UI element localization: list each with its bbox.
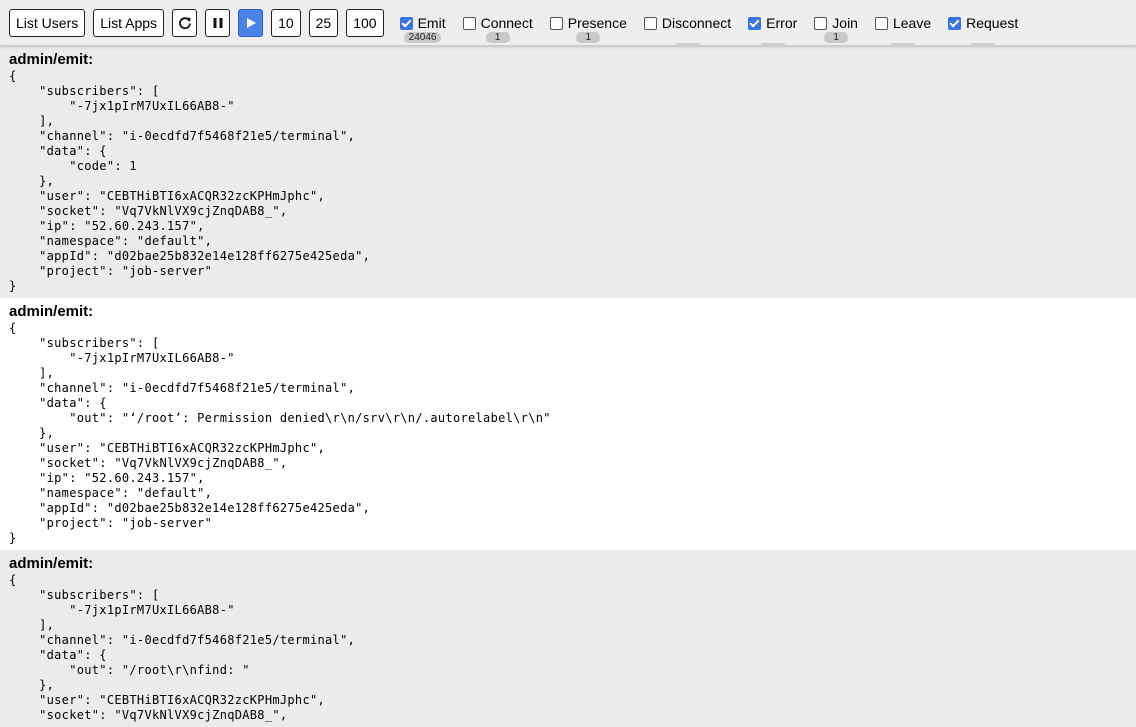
refresh-icon xyxy=(178,17,191,30)
disconnect-checkbox[interactable] xyxy=(643,16,657,30)
filter-emit: Emit 24046 xyxy=(399,9,446,43)
filter-label: Emit xyxy=(417,15,446,31)
emit-checkbox[interactable] xyxy=(399,16,413,30)
filter-error: Error xyxy=(748,9,798,45)
entry-title: admin/emit: xyxy=(9,303,94,320)
log-entry: admin/emit: { "subscribers": [ "-7jx1pIr… xyxy=(0,46,1136,298)
filter-request: Request xyxy=(948,9,1019,45)
entry-payload: { "subscribers": [ "-7jx1pIrM7UxIL66AB8-… xyxy=(9,321,551,545)
filter-connect: Connect 1 xyxy=(462,9,533,43)
entry-payload: { "subscribers": [ "-7jx1pIrM7UxIL66AB8-… xyxy=(9,69,371,293)
filter-label: Leave xyxy=(892,15,932,31)
limit-10-button[interactable]: 10 xyxy=(271,9,301,37)
limit-100-button[interactable]: 100 xyxy=(346,9,384,37)
entry-title: admin/emit: xyxy=(9,51,94,68)
filter-label: Disconnect xyxy=(661,15,732,31)
list-users-button[interactable]: List Users xyxy=(9,9,86,37)
log-entry: admin/emit: { "subscribers": [ "-7jx1pIr… xyxy=(0,298,1136,550)
filter-label: Error xyxy=(766,15,798,31)
event-log: admin/emit: { "subscribers": [ "-7jx1pIr… xyxy=(0,46,1136,727)
play-button[interactable] xyxy=(238,9,264,37)
limit-25-button[interactable]: 25 xyxy=(308,9,339,37)
presence-checkbox[interactable] xyxy=(549,16,563,30)
count-badge: 1 xyxy=(824,32,849,43)
list-apps-button[interactable]: List Apps xyxy=(93,9,165,37)
pause-button[interactable] xyxy=(205,9,231,37)
count-badge: 1 xyxy=(576,32,601,43)
toolbar: List Users List Apps 10 25 100 Emit 2404… xyxy=(0,0,1136,46)
count-badge xyxy=(971,43,996,45)
request-checkbox[interactable] xyxy=(948,16,962,30)
log-entry: admin/emit: { "subscribers": [ "-7jx1pIr… xyxy=(0,550,1136,727)
filter-leave: Leave xyxy=(874,9,932,45)
count-badge xyxy=(891,43,916,45)
error-checkbox[interactable] xyxy=(748,16,762,30)
entry-title: admin/emit: xyxy=(9,555,94,572)
leave-checkbox[interactable] xyxy=(874,16,888,30)
count-badge: 1 xyxy=(485,32,510,43)
filter-join: Join 1 xyxy=(814,9,858,43)
count-badge: 24046 xyxy=(403,32,442,43)
pause-icon xyxy=(213,18,223,28)
event-filters: Emit 24046 Connect 1 Presence 1 Disconne… xyxy=(399,9,1036,45)
filter-presence: Presence 1 xyxy=(549,9,627,43)
filter-label: Connect xyxy=(480,15,533,31)
filter-label: Join xyxy=(832,15,858,31)
filter-label: Request xyxy=(966,15,1019,31)
join-checkbox[interactable] xyxy=(814,16,828,30)
connect-checkbox[interactable] xyxy=(462,16,476,30)
entry-payload: { "subscribers": [ "-7jx1pIrM7UxIL66AB8-… xyxy=(9,573,356,722)
filter-disconnect: Disconnect xyxy=(643,9,732,45)
count-badge xyxy=(760,43,785,45)
play-icon xyxy=(246,18,256,28)
count-badge xyxy=(675,43,700,45)
refresh-button[interactable] xyxy=(172,9,198,37)
filter-label: Presence xyxy=(567,15,627,31)
